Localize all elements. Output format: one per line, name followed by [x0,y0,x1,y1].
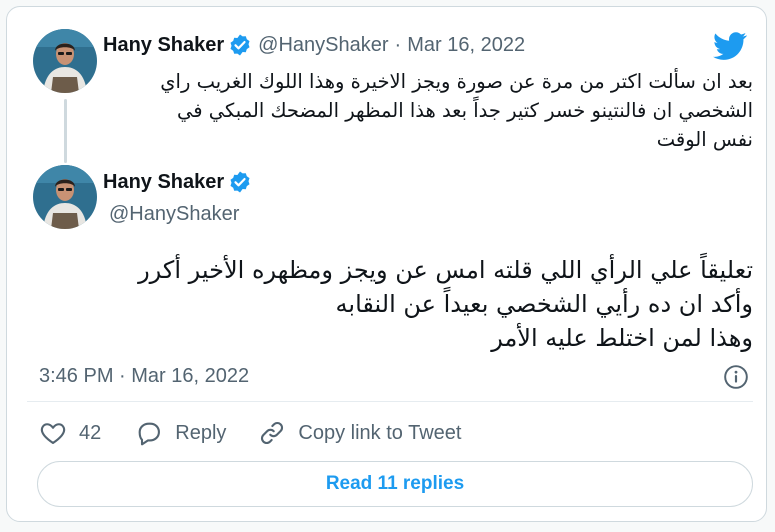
link-icon [261,421,284,445]
quoted-tweet-text: بعد ان سألت اكتر من مرة عن صورة ويجز الا… [27,67,753,154]
main-tweet-text: تعليقاً علي الرأي اللي قلته امس عن ويجز … [27,253,753,355]
divider [27,401,753,402]
quoted-tweet-header: Hany Shaker @HanyShaker · Mar 16, 2022 [103,33,525,57]
tweet-text-line: وهذا لمن اختلط عليه الأمر [491,324,753,352]
heart-icon [40,423,66,444]
copy-link-button[interactable]: Copy link to Tweet [258,419,461,447]
quoted-text-line: نفس الوقت [656,128,753,151]
quoted-text-line: الشخصي ان فالنتينو خسر كتير جداً بعد هذا… [176,99,753,122]
avatar[interactable] [33,165,97,229]
tweet-text-line: وأكد ان ده رأيي الشخصي بعيداً عن النقابه [335,290,753,318]
quoted-text-line: بعد ان سألت اكتر من مرة عن صورة ويجز الا… [160,70,753,93]
author-handle[interactable]: @HanyShaker [258,34,388,57]
author-name[interactable]: Hany Shaker [103,171,224,194]
verified-badge-icon [230,171,250,193]
copy-link-label: Copy link to Tweet [298,421,462,444]
tweet-timestamp[interactable]: 3:46 PM · Mar 16, 2022 [39,365,249,388]
separator-dot: · [394,33,402,56]
twitter-logo-icon[interactable] [713,29,747,63]
read-replies-button[interactable]: Read 11 replies [37,461,753,507]
main-tweet-header: Hany Shaker [103,170,252,194]
author-handle[interactable]: @HanyShaker [109,203,239,226]
reply-icon [138,422,161,446]
reply-label: Reply [175,421,227,444]
author-name[interactable]: Hany Shaker [103,34,224,57]
info-icon[interactable] [723,364,749,390]
like-button[interactable]: 42 [39,419,101,447]
quoted-tweet-date[interactable]: Mar 16, 2022 [407,34,525,57]
tweet-text-line: تعليقاً علي الرأي اللي قلته امس عن ويجز … [138,256,753,284]
like-count: 42 [79,421,102,444]
reply-button[interactable]: Reply [135,419,226,447]
tweet-actions: 42 Reply Copy link to Tweet [39,419,461,447]
tweet-embed-card: Hany Shaker @HanyShaker · Mar 16, 2022 ب… [6,6,767,522]
verified-badge-icon [230,34,250,56]
